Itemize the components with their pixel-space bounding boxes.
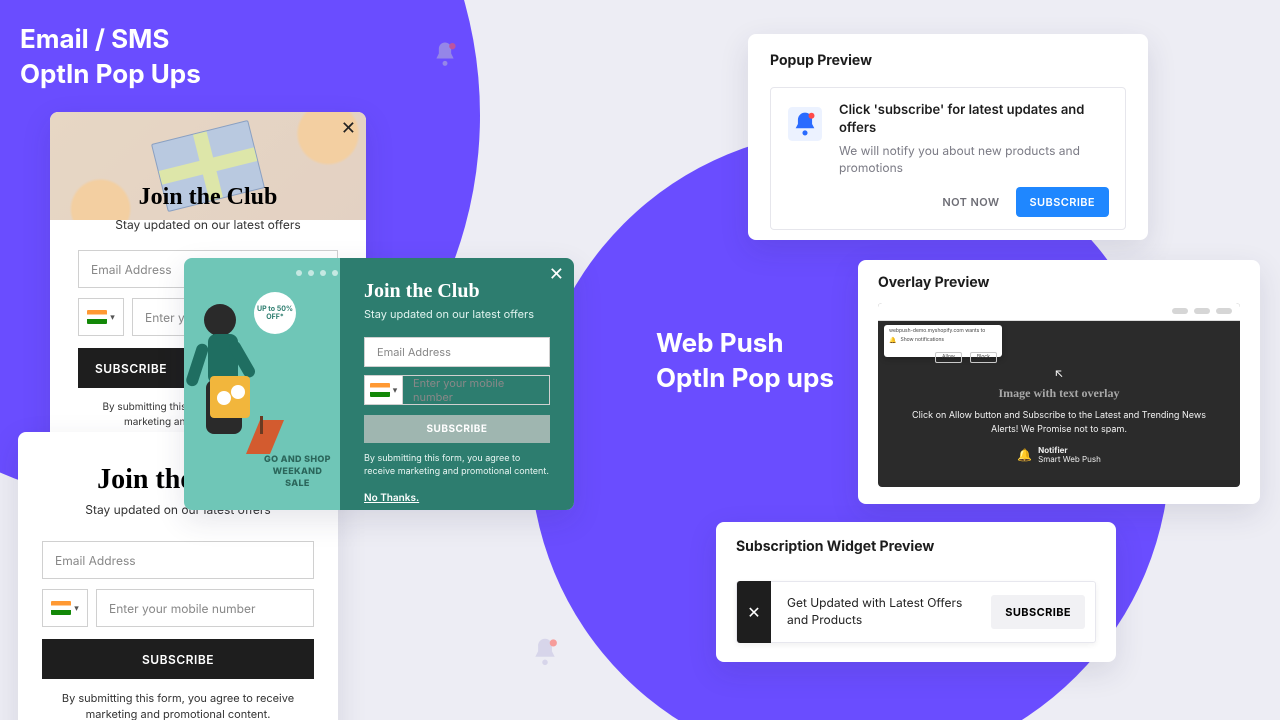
- popup-body-text: We will notify you about new products an…: [839, 143, 1109, 177]
- flag-india-icon: [51, 601, 71, 615]
- phone-field[interactable]: Enter your mobile number: [402, 375, 550, 405]
- popup-title: Join the Club: [364, 280, 550, 303]
- bell-notification-icon: [787, 106, 823, 142]
- popup-subtitle: Stay updated on our latest offers: [364, 307, 550, 321]
- bell-icon: 🔔: [1017, 447, 1032, 462]
- overlay-preview-card: Overlay Preview webpush-demo.myshopify.c…: [858, 260, 1260, 504]
- popup-preview-card: Popup Preview Click 'subscribe' for late…: [748, 34, 1148, 240]
- cursor-icon: ↖: [1053, 365, 1065, 380]
- email-field[interactable]: Email Address: [42, 541, 314, 579]
- section-title-email-sms: Email / SMS OptIn Pop Ups: [20, 22, 201, 92]
- overlay-brand: 🔔 NotifierSmart Web Push: [908, 446, 1210, 464]
- subscribe-button[interactable]: SUBSCRIBE: [991, 595, 1085, 629]
- push-permission-popup: Click 'subscribe' for latest updates and…: [770, 87, 1126, 230]
- site-topbar: [878, 303, 1240, 321]
- card-header: Subscription Widget Preview: [736, 538, 1096, 555]
- card-header: Popup Preview: [770, 52, 1126, 69]
- sale-copy: GO AND SHOP WEEKAND SALE: [264, 454, 331, 490]
- country-select[interactable]: ▾: [364, 375, 402, 405]
- popup-illustration-panel: UP to 50% OFF* GO AND SHOP WEEKAND SALE: [184, 258, 340, 510]
- site-overlay-screenshot: webpush-demo.myshopify.com wants to 🔔 Sh…: [878, 303, 1240, 487]
- bell-icon: 🔔: [889, 337, 896, 345]
- popup-disclaimer: By submitting this form, you agree to re…: [364, 453, 550, 478]
- subscription-widget-card: Subscription Widget Preview ✕ Get Update…: [716, 522, 1116, 662]
- subscribe-button[interactable]: SUBSCRIBE: [42, 639, 314, 679]
- bell-icon: [528, 636, 562, 672]
- popup-disclaimer: By submitting this form, you agree to re…: [42, 691, 314, 720]
- chevron-down-icon: ▾: [110, 312, 115, 323]
- bell-icon: [430, 40, 460, 72]
- subscription-bar: ✕ Get Updated with Latest Offers and Pro…: [736, 581, 1096, 643]
- subscribe-button[interactable]: SUBSCRIBE: [364, 415, 550, 443]
- subscribe-button[interactable]: SUBSCRIBE: [1016, 187, 1110, 217]
- flag-india-icon: [87, 310, 107, 324]
- close-icon[interactable]: ✕: [341, 120, 356, 138]
- chevron-down-icon: ▾: [74, 603, 79, 614]
- not-now-button[interactable]: NOT NOW: [936, 187, 1005, 217]
- no-thanks-link[interactable]: No Thanks.: [364, 492, 419, 504]
- browser-permission-prompt: webpush-demo.myshopify.com wants to 🔔 Sh…: [884, 325, 1002, 357]
- card-header: Overlay Preview: [878, 274, 1240, 291]
- country-select[interactable]: ▾: [42, 589, 88, 627]
- close-icon[interactable]: ✕: [549, 266, 564, 284]
- close-icon[interactable]: ✕: [737, 581, 771, 643]
- chevron-down-icon: ▾: [393, 385, 398, 396]
- overlay-body-text: Click on Allow button and Subscribe to t…: [908, 409, 1210, 436]
- email-field[interactable]: Email Address: [364, 337, 550, 367]
- block-button[interactable]: Block: [970, 352, 997, 363]
- subscribe-button[interactable]: SUBSCRIBE: [78, 348, 184, 388]
- overlay-hero-text: Image with text overlay: [908, 386, 1210, 401]
- popup-title: Join the Club: [78, 184, 338, 211]
- allow-button[interactable]: Allow: [935, 352, 962, 363]
- optin-popup-sale: UP to 50% OFF* GO AND SHOP WEEKAND SALE …: [184, 258, 574, 510]
- phone-field[interactable]: Enter your mobile number: [96, 589, 314, 627]
- section-title-web-push: Web Push OptIn Pop ups: [656, 326, 834, 396]
- flag-india-icon: [370, 383, 390, 397]
- subscription-message: Get Updated with Latest Offers and Produ…: [771, 595, 991, 629]
- popup-title-text: Click 'subscribe' for latest updates and…: [839, 102, 1109, 137]
- country-select[interactable]: ▾: [78, 298, 124, 336]
